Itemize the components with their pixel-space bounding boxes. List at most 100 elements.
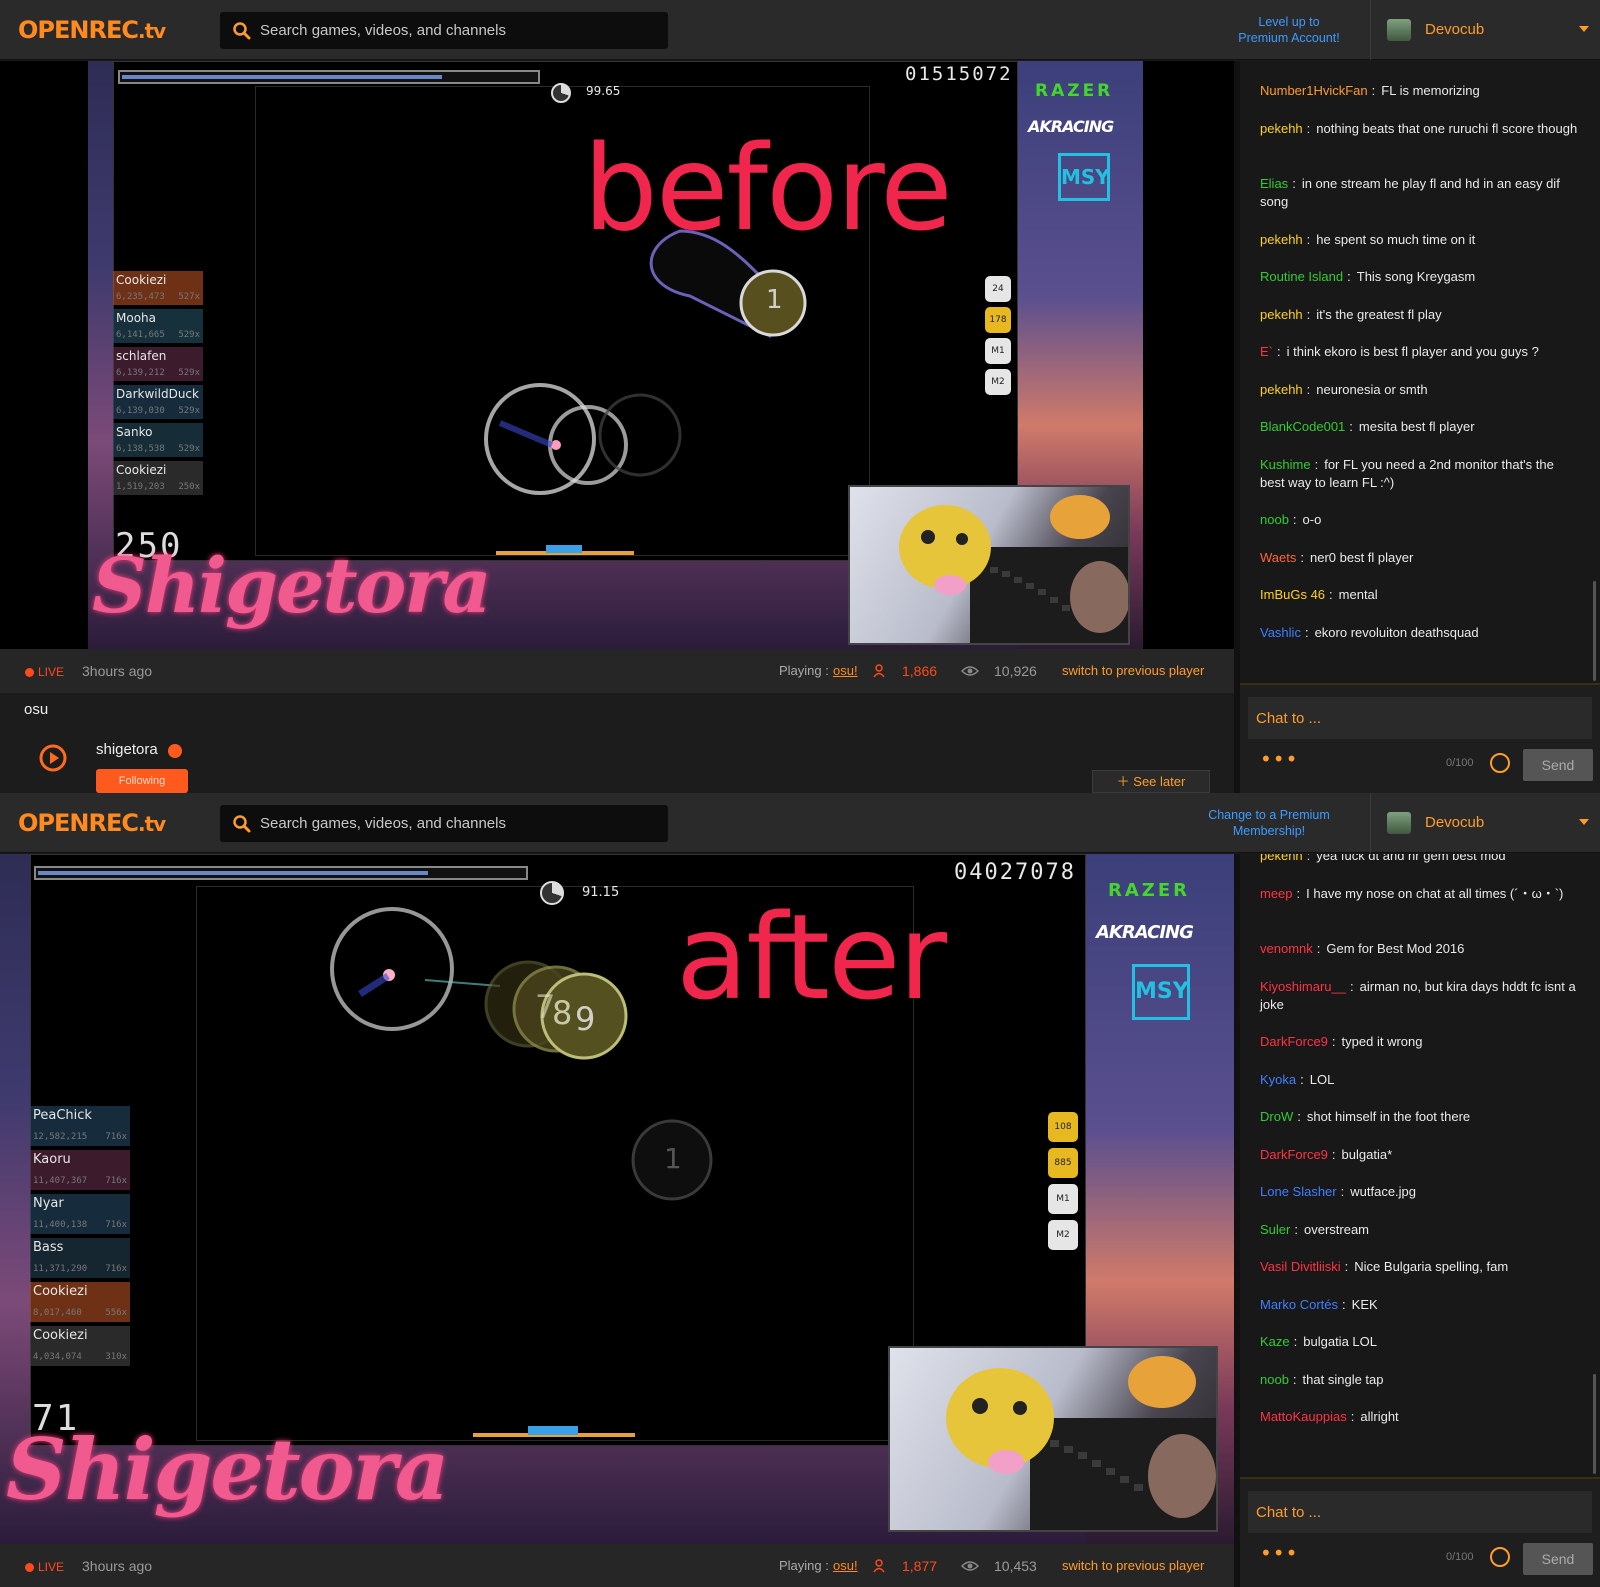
user-menu[interactable]: Devocub	[1370, 793, 1600, 853]
webcam-feed	[888, 1346, 1218, 1532]
chevron-down-icon[interactable]	[1579, 819, 1589, 825]
chat-message: Vasil Divitliiski: Nice Bulgaria spelling…	[1260, 1259, 1509, 1274]
chat-message: venomnk: Gem for Best Mod 2016	[1260, 941, 1465, 956]
chat-text: shot himself in the foot there	[1306, 1109, 1471, 1124]
follower-count: 1,877	[902, 1558, 938, 1574]
webcam-image	[946, 1356, 1216, 1530]
chat-text: nothing beats that one ruruchi fl score …	[1316, 120, 1578, 136]
chat-username[interactable]: pekehh	[1260, 307, 1303, 322]
chat-text: I have my nose on chat at all times (´・ω…	[1306, 885, 1564, 901]
video-player[interactable]: 91.15 04027078 after 7 8 9 1 108 885 M1 …	[0, 854, 1234, 1544]
chat-username[interactable]: Kaze	[1260, 1334, 1290, 1349]
chat-username[interactable]: Suler	[1260, 1222, 1290, 1237]
username: Devocub	[1425, 21, 1485, 38]
chat-username[interactable]: BlankCode001	[1260, 419, 1345, 434]
chat-username[interactable]: Elias	[1260, 176, 1288, 191]
chat-text: KEK	[1351, 1296, 1378, 1312]
emoji-icon[interactable]	[1490, 1547, 1510, 1567]
webcam-feed	[848, 485, 1130, 645]
channel-name[interactable]: shigetora	[96, 741, 158, 758]
akracing-logo: AKRACING	[1028, 117, 1114, 136]
chevron-down-icon[interactable]	[1579, 26, 1589, 32]
chat-username[interactable]: venomnk	[1260, 941, 1313, 956]
chat-scrollbar[interactable]	[1593, 1374, 1596, 1474]
leaderboard-entry-self: Cookiezi 1,519,203 250x	[113, 461, 203, 495]
chat-username[interactable]: Number1HvickFan	[1260, 83, 1368, 98]
character-count: 0/100	[1446, 1551, 1474, 1563]
channel-avatar[interactable]	[38, 743, 68, 773]
game-link[interactable]: osu!	[833, 1558, 858, 1573]
key-overlay-k2: 178	[985, 307, 1011, 333]
more-options-button[interactable]: •••	[1260, 1541, 1298, 1565]
razer-logo: RAZER	[1035, 81, 1114, 101]
chat-text: bulgatia LOL	[1303, 1334, 1377, 1349]
more-options-button[interactable]: •••	[1260, 747, 1298, 771]
emoji-icon[interactable]	[1490, 753, 1510, 773]
chat-text: wutface.jpg	[1350, 1184, 1417, 1199]
chat-username[interactable]: Waets	[1260, 550, 1296, 565]
chat-username[interactable]: Kiyoshimaru__	[1260, 979, 1346, 994]
leaderboard-entry: DarkwildDuck 6,139,030 529x	[113, 385, 203, 419]
chat-username[interactable]: pekehh	[1260, 854, 1303, 863]
user-menu[interactable]: Devocub	[1370, 0, 1600, 60]
msy-logo: MSY	[1058, 153, 1110, 201]
site-header: OPENREC.tv Change to a PremiumMembership…	[0, 793, 1600, 853]
chat-input[interactable]	[1248, 697, 1592, 739]
leaderboard-entry: Sanko 6,138,538 529x	[113, 423, 203, 457]
stream-info-bar: LIVE 3hours ago Playing : osu! 1,866 10,…	[0, 649, 1234, 693]
switch-player-link[interactable]: switch to previous player	[1062, 1558, 1204, 1573]
chat-username[interactable]: MattoKauppias	[1260, 1409, 1347, 1424]
chat-message: Marko Cortés: KEK	[1260, 1296, 1378, 1312]
game-link[interactable]: osu!	[833, 663, 858, 678]
chat-username[interactable]: Marko Cortés	[1260, 1297, 1338, 1312]
user-avatar	[1387, 19, 1411, 41]
chat-username[interactable]: Kushime	[1260, 457, 1311, 472]
search-icon[interactable]	[232, 814, 252, 834]
chat-text: in one stream he play fl and hd in an ea…	[1260, 176, 1560, 209]
chat-username[interactable]: noob	[1260, 1372, 1289, 1387]
chat-username[interactable]: DroW	[1260, 1109, 1293, 1124]
chat-username[interactable]: meep	[1260, 886, 1293, 901]
search-input[interactable]	[260, 805, 660, 842]
chat-username[interactable]: Kyoka	[1260, 1072, 1296, 1087]
chat-username[interactable]: pekehh	[1260, 121, 1303, 136]
switch-player-link[interactable]: switch to previous player	[1062, 663, 1204, 678]
chat-username[interactable]: DarkForce9	[1260, 1034, 1328, 1049]
send-button[interactable]: Send	[1523, 1543, 1593, 1575]
chat-text: overstream	[1303, 1221, 1370, 1237]
chat-input[interactable]	[1248, 1491, 1592, 1533]
chat-text: i think ekoro is best fl player and you …	[1286, 344, 1539, 359]
chat-text: LOL	[1309, 1071, 1335, 1087]
chat-username[interactable]: E`	[1260, 344, 1273, 359]
chat-username[interactable]: ImBuGs 46	[1260, 587, 1325, 602]
video-player[interactable]: 99.65 01515072 before 1 24 178 M1 M2 RAZ…	[0, 61, 1234, 649]
search-icon[interactable]	[232, 21, 252, 41]
see-later-button[interactable]: ＋ See later	[1092, 770, 1210, 793]
chat-username[interactable]: Vasil Divitliiski	[1260, 1259, 1341, 1274]
chat-username[interactable]: pekehh	[1260, 232, 1303, 247]
chat-username[interactable]: pekehh	[1260, 382, 1303, 397]
chat-username[interactable]: Vashlic	[1260, 625, 1301, 640]
razer-logo: RAZER	[1108, 880, 1190, 901]
following-button[interactable]: Following	[96, 769, 188, 793]
eye-icon	[961, 666, 979, 676]
chat-text: ner0 best fl player	[1309, 549, 1414, 565]
search-input[interactable]	[260, 12, 660, 49]
premium-upgrade-link[interactable]: Change to a Premium Membership!	[1204, 807, 1334, 839]
openrec-logo[interactable]: OPENREC.tv	[18, 809, 166, 837]
openrec-logo[interactable]: OPENREC.tv	[18, 16, 166, 44]
chat-scrollbar[interactable]	[1593, 581, 1596, 681]
playing-label: Playing :	[779, 663, 829, 678]
stream-start-time: 3hours ago	[82, 1558, 153, 1574]
chat-username[interactable]: DarkForce9	[1260, 1147, 1328, 1162]
chat-username[interactable]: Lone Slasher	[1260, 1184, 1337, 1199]
send-button[interactable]: Send	[1523, 749, 1593, 781]
follower-count: 1,866	[902, 663, 938, 679]
msy-logo: MSY	[1132, 964, 1190, 1020]
chat-message: Elias: in one stream he play fl and hd in…	[1260, 176, 1560, 209]
chat-username[interactable]: noob	[1260, 512, 1289, 527]
chat-username[interactable]: Routine Island	[1260, 269, 1343, 284]
premium-upgrade-link[interactable]: Level up to Premium Account!	[1224, 14, 1354, 46]
key-overlay-m1: M1	[985, 338, 1011, 364]
chat-panel: Number1HvickFan: FL is memorizing pekehh: n…	[1240, 61, 1600, 793]
